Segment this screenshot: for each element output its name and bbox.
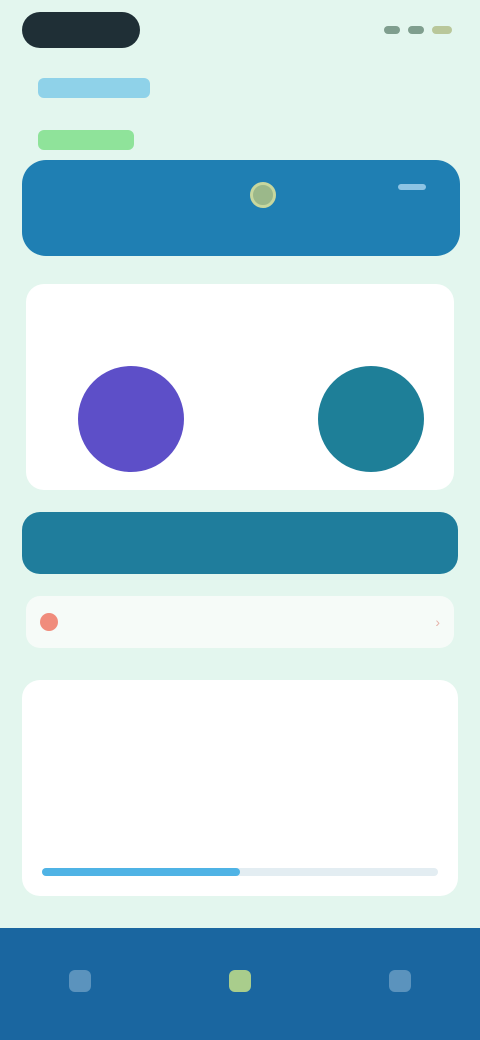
stats-panel xyxy=(26,284,454,490)
profile-icon xyxy=(389,970,411,992)
stat-left-circle[interactable] xyxy=(78,366,184,472)
stat-right-circle[interactable] xyxy=(318,366,424,472)
signal-icon xyxy=(384,26,400,34)
camera-pill xyxy=(22,12,140,48)
status-bar xyxy=(0,0,480,64)
summary-card xyxy=(22,680,458,896)
summary-row[interactable] xyxy=(42,738,438,760)
balance-card[interactable] xyxy=(22,160,460,256)
summary-row[interactable] xyxy=(42,788,438,810)
plan-badge xyxy=(38,130,134,150)
progress-bar xyxy=(42,868,438,876)
home-icon xyxy=(69,970,91,992)
primary-action-button[interactable] xyxy=(22,512,458,574)
nav-item-center[interactable] xyxy=(180,944,300,1024)
greeting-text xyxy=(38,78,150,98)
nav-item-home[interactable] xyxy=(20,944,140,1024)
warning-icon xyxy=(40,613,58,631)
stat-right xyxy=(240,284,454,490)
nav-item-profile[interactable] xyxy=(340,944,460,1024)
alert-row[interactable]: › xyxy=(26,596,454,648)
bottom-nav xyxy=(0,928,480,1040)
center-icon xyxy=(229,970,251,992)
battery-icon xyxy=(432,26,452,34)
wifi-icon xyxy=(408,26,424,34)
arrow-icon xyxy=(398,184,426,190)
eye-icon[interactable] xyxy=(250,182,276,208)
progress-fill xyxy=(42,868,240,876)
stat-left xyxy=(26,284,240,490)
chevron-right-icon: › xyxy=(435,614,440,630)
summary-row[interactable] xyxy=(42,840,438,862)
status-icons xyxy=(384,26,452,34)
